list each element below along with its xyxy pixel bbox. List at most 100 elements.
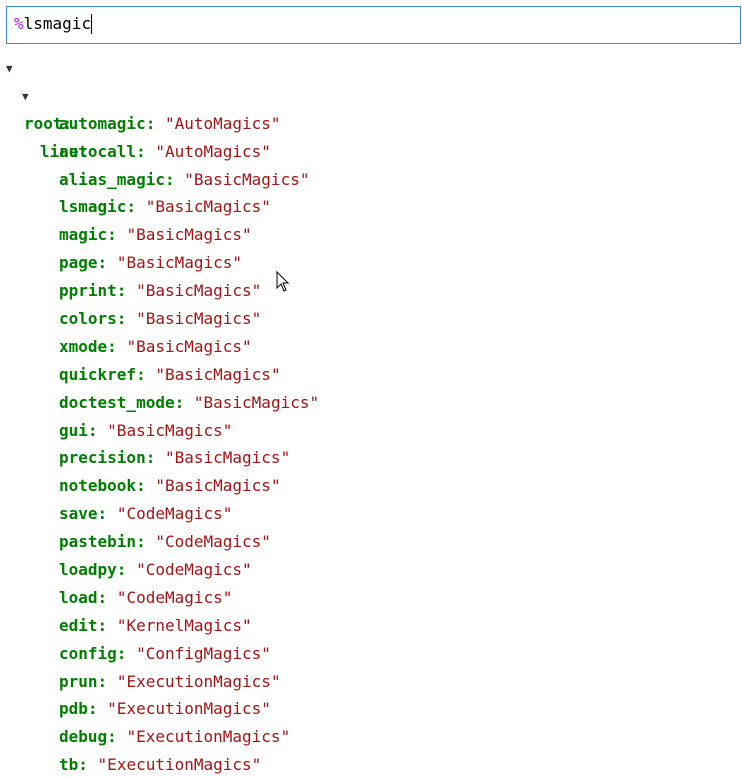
tree-leaf-row: pprint: "BasicMagics" — [0, 277, 742, 305]
magic-class-value: "BasicMagics" — [136, 281, 262, 301]
magic-class-value: "BasicMagics" — [107, 420, 233, 440]
magic-class-value: "BasicMagics" — [116, 253, 243, 273]
tree-leaf: pprint: "BasicMagics" — [59, 277, 261, 305]
magic-class-value: "KernelMagics" — [116, 615, 252, 635]
magic-class-value: "BasicMagics" — [184, 169, 310, 189]
tree-leaf-row: page: "BasicMagics" — [0, 249, 742, 277]
magic-class-value: "BasicMagics" — [126, 225, 252, 245]
magic-key: pprint: — [59, 281, 127, 301]
tree-leaf: autocall: "AutoMagics" — [59, 138, 271, 166]
magic-class-value: "BasicMagics" — [155, 476, 281, 496]
code-input-text[interactable]: %lsmagic — [14, 14, 93, 34]
tree-leaf-row: precision: "BasicMagics" — [0, 444, 742, 472]
magic-key: lsmagic: — [59, 197, 137, 217]
tree-leaf: pdb: "ExecutionMagics" — [59, 695, 271, 723]
magic-key: pdb: — [59, 699, 98, 719]
magic-key: config: — [59, 643, 127, 663]
tree-leaf-row: xmode: "BasicMagics" — [0, 333, 742, 361]
magic-class-value: "ExecutionMagics" — [116, 671, 281, 691]
tree-leaf: alias_magic: "BasicMagics" — [59, 166, 309, 194]
tree-leaf: save: "CodeMagics" — [59, 500, 232, 528]
magic-key: precision: — [59, 448, 156, 468]
magic-class-value: "CodeMagics" — [136, 560, 252, 580]
line-magic-entries: automagic: "AutoMagics" autocall: "AutoMa… — [0, 110, 742, 779]
tree-leaf: edit: "KernelMagics" — [59, 612, 252, 640]
magic-key: colors: — [59, 309, 127, 329]
magic-class-value: "BasicMagics" — [126, 336, 252, 356]
magic-key: save: — [59, 504, 108, 524]
magic-key: magic: — [59, 225, 117, 245]
tree-leaf-row: load: "CodeMagics" — [0, 584, 742, 612]
tree-leaf-row: config: "ConfigMagics" — [0, 640, 742, 668]
magic-key: notebook: — [59, 476, 146, 496]
tree-leaf: tb: "ExecutionMagics" — [59, 751, 261, 779]
tree-leaf: quickref: "BasicMagics" — [59, 361, 281, 389]
tree-leaf: page: "BasicMagics" — [59, 249, 242, 277]
tree-leaf: config: "ConfigMagics" — [59, 640, 271, 668]
magic-key: alias_magic: — [59, 169, 175, 189]
magic-key: load: — [59, 587, 108, 607]
tree-leaf: xmode: "BasicMagics" — [59, 333, 252, 361]
magic-key: gui: — [59, 420, 98, 440]
magic-class-value: "BasicMagics" — [164, 448, 291, 468]
tree-leaf-row: loadpy: "CodeMagics" — [0, 556, 742, 584]
tree-leaf: colors: "BasicMagics" — [59, 305, 261, 333]
tree-leaf-row: magic: "BasicMagics" — [0, 221, 742, 249]
magic-class-value: "ExecutionMagics" — [97, 755, 262, 775]
magic-key: page: — [59, 253, 108, 273]
json-tree-output: ▼ root: ▼ line: automagic: "AutoMagics" a… — [0, 54, 742, 779]
magic-key: loadpy: — [59, 560, 127, 580]
tree-leaf-row: pastebin: "CodeMagics" — [0, 528, 742, 556]
tree-leaf-row: prun: "ExecutionMagics" — [0, 668, 742, 696]
tree-leaf-row: lsmagic: "BasicMagics" — [0, 193, 742, 221]
magic-command: lsmagic — [23, 14, 92, 33]
magic-key: tb: — [59, 755, 88, 775]
magic-key: automagic: — [59, 113, 156, 133]
tree-leaf: pastebin: "CodeMagics" — [59, 528, 271, 556]
magic-class-value: "CodeMagics" — [155, 532, 271, 552]
magic-class-value: "AutoMagics" — [164, 113, 281, 133]
tree-leaf-row: autocall: "AutoMagics" — [0, 138, 742, 166]
tree-leaf: loadpy: "CodeMagics" — [59, 556, 252, 584]
magic-class-value: "BasicMagics" — [136, 309, 262, 329]
tree-leaf: load: "CodeMagics" — [59, 584, 232, 612]
magic-class-value: "BasicMagics" — [193, 392, 320, 412]
tree-leaf-row: tb: "ExecutionMagics" — [0, 751, 742, 779]
tree-leaf-row: debug: "ExecutionMagics" — [0, 723, 742, 751]
magic-class-value: "ExecutionMagics" — [107, 699, 271, 719]
tree-leaf: gui: "BasicMagics" — [59, 417, 232, 445]
magic-key: pastebin: — [59, 532, 146, 552]
tree-leaf-row: notebook: "BasicMagics" — [0, 472, 742, 500]
magic-key: prun: — [59, 671, 108, 691]
magic-class-value: "AutoMagics" — [155, 141, 271, 161]
collapse-triangle-icon[interactable]: ▼ — [6, 55, 13, 83]
tree-leaf: automagic: "AutoMagics" — [59, 110, 281, 138]
magic-class-value: "BasicMagics" — [155, 364, 281, 384]
tree-leaf: magic: "BasicMagics" — [59, 221, 252, 249]
tree-leaf-row: automagic: "AutoMagics" — [0, 110, 742, 138]
magic-key: quickref: — [59, 364, 146, 384]
code-input-cell[interactable]: %lsmagic — [6, 6, 741, 44]
magic-prefix: % — [14, 14, 24, 33]
tree-leaf-row: colors: "BasicMagics" — [0, 305, 742, 333]
tree-leaf: precision: "BasicMagics" — [59, 444, 290, 472]
magic-class-value: "ExecutionMagics" — [126, 727, 291, 747]
tree-leaf-row: quickref: "BasicMagics" — [0, 361, 742, 389]
tree-leaf-row: pdb: "ExecutionMagics" — [0, 695, 742, 723]
magic-key: edit: — [59, 615, 108, 635]
magic-class-value: "CodeMagics" — [116, 587, 233, 607]
tree-leaf-row: alias_magic: "BasicMagics" — [0, 166, 742, 194]
tree-leaf: notebook: "BasicMagics" — [59, 472, 281, 500]
magic-class-value: "BasicMagics" — [145, 197, 271, 217]
tree-node-line[interactable]: ▼ line: — [0, 82, 742, 161]
text-cursor — [91, 14, 93, 34]
tree-leaf-row: gui: "BasicMagics" — [0, 417, 742, 445]
tree-leaf: debug: "ExecutionMagics" — [59, 723, 290, 751]
tree-node-root[interactable]: ▼ root: — [0, 54, 742, 133]
magic-key: xmode: — [59, 336, 117, 356]
magic-class-value: "ConfigMagics" — [136, 643, 271, 663]
tree-leaf-row: edit: "KernelMagics" — [0, 612, 742, 640]
collapse-triangle-icon[interactable]: ▼ — [22, 83, 29, 111]
tree-leaf-row: doctest_mode: "BasicMagics" — [0, 389, 742, 417]
tree-leaf: doctest_mode: "BasicMagics" — [59, 389, 319, 417]
